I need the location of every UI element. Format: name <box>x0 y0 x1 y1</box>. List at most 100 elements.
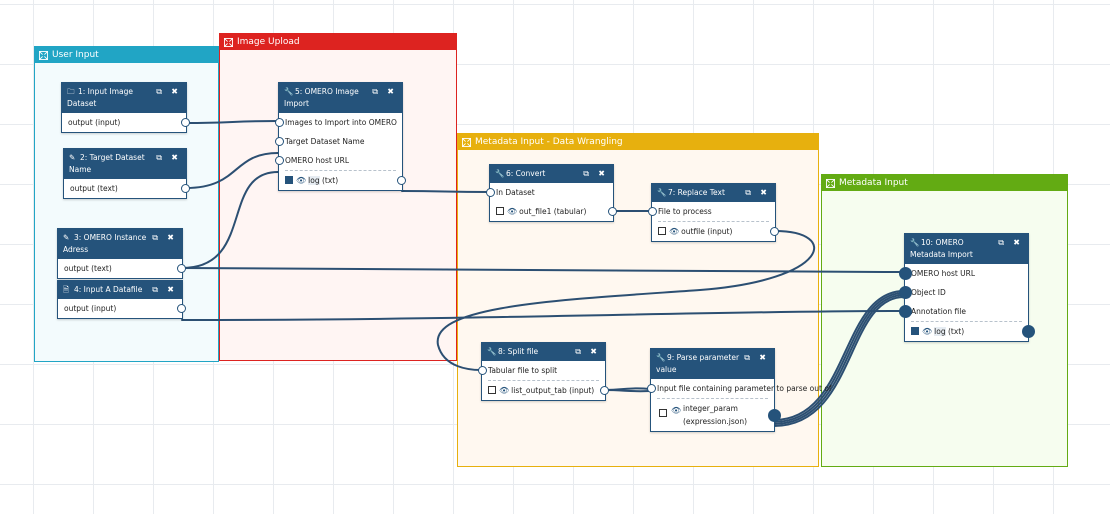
output-terminal[interactable] <box>770 227 779 236</box>
node-title: 6: Convert <box>506 169 546 178</box>
output-checkbox[interactable] <box>488 386 496 394</box>
close-icon[interactable]: ✖ <box>1013 237 1020 249</box>
node-header[interactable]: 🔧 7: Replace Text ⧉ ✖ <box>652 184 775 202</box>
node-header[interactable]: 🔧 6: Convert ⧉ ✖ <box>490 165 613 183</box>
node-header[interactable]: 🔧 8: Split file ⧉ ✖ <box>482 343 605 361</box>
copy-icon[interactable]: ⧉ <box>156 86 162 98</box>
node-omero-metadata-import[interactable]: 🔧 10: OMERO Metadata Import ⧉ ✖ OMERO hos… <box>899 233 1035 342</box>
output-terminal[interactable] <box>600 386 609 395</box>
node-input-image-dataset[interactable]: 🗀 1: Input Image Dataset ⧉ ✖ output (inpu… <box>61 82 190 133</box>
output-terminal[interactable] <box>177 304 186 313</box>
copy-icon[interactable]: ⧉ <box>152 284 158 296</box>
close-icon[interactable]: ✖ <box>171 152 178 164</box>
input-row: OMERO host URL <box>899 264 1028 283</box>
input-terminal[interactable] <box>275 156 284 165</box>
copy-icon[interactable]: ⧉ <box>744 352 750 364</box>
input-row: Target Dataset Name <box>275 132 402 151</box>
eye-icon[interactable]: 👁 <box>671 404 681 417</box>
output-terminal[interactable] <box>768 409 781 422</box>
node-convert[interactable]: 🔧 6: Convert ⧉ ✖ In Dataset 👁 out_file1 (t… <box>486 164 617 222</box>
node-title: 3: OMERO Instance Adress <box>63 233 147 254</box>
eye-icon[interactable]: 👁 <box>507 202 517 221</box>
input-terminal[interactable] <box>647 384 656 393</box>
node-title: 10: OMERO Metadata Import <box>910 238 973 259</box>
node-title: 1: Input Image Dataset <box>67 87 133 108</box>
copy-icon[interactable]: ⧉ <box>152 232 158 244</box>
output-terminal[interactable] <box>1022 325 1035 338</box>
output-checkbox[interactable] <box>659 409 667 417</box>
close-icon[interactable]: ✖ <box>760 187 767 199</box>
input-row: File to process <box>648 202 775 221</box>
input-terminal[interactable] <box>275 137 284 146</box>
output-checkbox[interactable] <box>285 176 293 184</box>
node-header[interactable]: ✎ 2: Target Dataset Name ⧉ ✖ <box>64 149 186 179</box>
node-title: 4: Input A Datafile <box>74 285 143 294</box>
node-title: 7: Replace Text <box>668 188 725 197</box>
node-header[interactable]: 🔧 9: Parse parameter value ⧉ ✖ <box>651 349 774 379</box>
node-split-file[interactable]: 🔧 8: Split file ⧉ ✖ Tabular file to split… <box>478 342 609 401</box>
node-header[interactable]: ✎ 3: OMERO Instance Adress ⧉ ✖ <box>58 229 182 259</box>
copy-icon[interactable]: ⧉ <box>745 187 751 199</box>
input-label: Target Dataset Name <box>285 137 365 146</box>
copy-icon[interactable]: ⧉ <box>372 86 378 98</box>
node-header[interactable]: 🗀 1: Input Image Dataset ⧉ ✖ <box>62 83 186 113</box>
output-row: 👁 outfile (input) <box>652 222 779 241</box>
eye-icon[interactable]: 👁 <box>296 171 306 190</box>
input-label: Object ID <box>911 288 946 297</box>
output-terminal[interactable] <box>181 118 190 127</box>
node-header[interactable]: 🗎 4: Input A Datafile ⧉ ✖ <box>58 281 182 299</box>
copy-icon[interactable]: ⧉ <box>998 237 1004 249</box>
input-terminal[interactable] <box>899 286 912 299</box>
output-row: output (text) <box>64 179 190 198</box>
output-terminal[interactable] <box>397 176 406 185</box>
node-replace-text[interactable]: 🔧 7: Replace Text ⧉ ✖ File to process 👁 ou… <box>648 183 779 242</box>
wrench-icon: 🔧 <box>657 188 667 197</box>
input-label: Images to Import into OMERO <box>285 118 397 127</box>
input-terminal[interactable] <box>899 267 912 280</box>
output-terminal[interactable] <box>181 184 190 193</box>
output-row: output (input) <box>62 113 190 132</box>
close-icon[interactable]: ✖ <box>759 352 766 364</box>
close-icon[interactable]: ✖ <box>590 346 597 358</box>
wrench-icon: 🔧 <box>495 169 505 178</box>
node-omero-instance-adress[interactable]: ✎ 3: OMERO Instance Adress ⧉ ✖ output (te… <box>57 228 186 279</box>
node-title: 5: OMERO Image Import <box>284 87 359 108</box>
copy-icon[interactable]: ⧉ <box>583 168 589 180</box>
input-row: Tabular file to split <box>478 361 605 380</box>
input-terminal[interactable] <box>648 207 657 216</box>
input-label: OMERO host URL <box>285 156 350 165</box>
pencil-icon: ✎ <box>69 153 76 162</box>
node-header[interactable]: 🔧 10: OMERO Metadata Import ⧉ ✖ <box>905 234 1028 264</box>
input-terminal[interactable] <box>275 118 284 127</box>
node-parse-parameter-value[interactable]: 🔧 9: Parse parameter value ⧉ ✖ Input file… <box>647 348 832 432</box>
input-terminal[interactable] <box>478 366 487 375</box>
close-icon[interactable]: ✖ <box>598 168 605 180</box>
output-label: output (input) <box>68 118 121 127</box>
output-terminal[interactable] <box>608 207 617 216</box>
node-header[interactable]: 🔧 5: OMERO Image Import ⧉ ✖ <box>279 83 402 113</box>
output-terminal[interactable] <box>177 264 186 273</box>
copy-icon[interactable]: ⧉ <box>575 346 581 358</box>
connection-wire <box>773 296 905 427</box>
close-icon[interactable]: ✖ <box>171 86 178 98</box>
close-icon[interactable]: ✖ <box>167 232 174 244</box>
eye-icon[interactable]: 👁 <box>922 322 932 341</box>
copy-icon[interactable]: ⧉ <box>156 152 162 164</box>
input-label: OMERO host URL <box>911 269 976 278</box>
close-icon[interactable]: ✖ <box>387 86 394 98</box>
output-checkbox[interactable] <box>496 207 504 215</box>
node-omero-image-import[interactable]: 🔧 5: OMERO Image Import ⧉ ✖ Images to Imp… <box>275 82 406 191</box>
input-row: In Dataset <box>486 183 613 202</box>
eye-icon[interactable]: 👁 <box>669 222 679 241</box>
eye-icon[interactable]: 👁 <box>499 381 509 400</box>
node-input-a-datafile[interactable]: 🗎 4: Input A Datafile ⧉ ✖ output (input) <box>57 280 186 319</box>
output-type: (txt) <box>319 176 339 185</box>
input-terminal[interactable] <box>899 305 912 318</box>
output-checkbox[interactable] <box>658 227 666 235</box>
output-checkbox[interactable] <box>911 327 919 335</box>
node-target-dataset-name[interactable]: ✎ 2: Target Dataset Name ⧉ ✖ output (text… <box>63 148 190 199</box>
input-terminal[interactable] <box>486 188 495 197</box>
connection-wire <box>181 171 279 269</box>
output-row: output (input) <box>58 299 186 318</box>
close-icon[interactable]: ✖ <box>167 284 174 296</box>
